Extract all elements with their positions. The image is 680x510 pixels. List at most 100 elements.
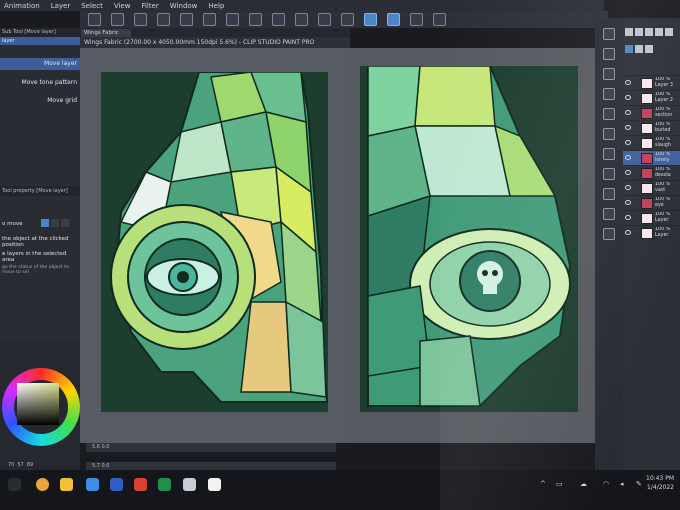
layer-clip-icon[interactable] [625, 45, 633, 53]
layer-opacity-icon[interactable] [635, 28, 643, 36]
sub-view-icon[interactable] [603, 48, 615, 60]
chrome-icon[interactable] [36, 478, 49, 491]
open-icon[interactable] [134, 13, 147, 26]
layer-row[interactable]: 100 % vast [623, 180, 680, 195]
visibility-eye-icon[interactable] [625, 80, 631, 85]
color-readout: 70 57 89 [0, 462, 80, 470]
visibility-eye-icon[interactable] [625, 125, 631, 130]
tray-chevron-icon[interactable]: ^ [540, 480, 546, 488]
clear-icon[interactable] [226, 13, 239, 26]
visibility-eye-icon[interactable] [625, 95, 631, 100]
layer-row[interactable]: 100 % slaugh [623, 135, 680, 150]
animation-icon[interactable] [603, 188, 615, 200]
menu-item-window[interactable]: Window [170, 2, 198, 10]
saturation-value-square[interactable] [17, 383, 59, 425]
cloud-icon[interactable]: ☁ [580, 480, 587, 488]
auto-actions-icon[interactable] [603, 148, 615, 160]
menu-item-select[interactable]: Select [81, 2, 103, 10]
tool-move-tone-pattern[interactable]: Move tone pattern [0, 77, 80, 89]
wifi-icon[interactable]: ◠ [603, 480, 609, 488]
layer-row[interactable]: 100 % Layer 2 [623, 90, 680, 105]
excel-icon[interactable] [158, 478, 171, 491]
undo-icon[interactable] [180, 13, 193, 26]
canvas-sheet-right [360, 65, 578, 412]
color-wheel[interactable] [2, 368, 80, 446]
sub-tool-header: Sub Tool [Move layer] [0, 28, 80, 37]
visibility-eye-icon[interactable] [625, 110, 631, 115]
layer-search-icon[interactable] [603, 108, 615, 120]
battery-icon[interactable]: ▭ [556, 480, 563, 488]
layer-property-icon[interactable] [603, 88, 615, 100]
visibility-eye-icon[interactable] [625, 230, 631, 235]
visibility-eye-icon[interactable] [625, 170, 631, 175]
menu-item-filter[interactable]: Filter [141, 2, 158, 10]
layer-lock-icon[interactable] [635, 45, 643, 53]
tool-move-layer[interactable]: Move layer [0, 58, 80, 70]
sub-tool-category[interactable]: layer [0, 37, 80, 45]
redo-icon[interactable] [203, 13, 216, 26]
snap-special-ruler-icon[interactable] [387, 13, 400, 26]
layer-mask-icon[interactable] [645, 45, 653, 53]
grid-icon[interactable] [341, 13, 354, 26]
windows-taskbar [0, 470, 680, 510]
snap-ruler-icon[interactable] [364, 13, 377, 26]
system-clock[interactable]: 10:43 PM 1/4/2022 [646, 474, 674, 492]
material-icon[interactable] [603, 68, 615, 80]
prop-clicked-position[interactable]: the object at the clicked position [0, 236, 80, 248]
start-icon[interactable] [8, 478, 21, 491]
history-icon[interactable] [603, 228, 615, 240]
menu-item-view[interactable]: View [114, 2, 131, 10]
tool-move-grid[interactable]: Move grid [0, 95, 80, 107]
layer-row[interactable]: 100 % Layer [623, 225, 680, 240]
prop-selected-area[interactable]: e layers in the selected area [0, 251, 80, 263]
canvas-tab[interactable]: Wings Fabric [81, 29, 131, 37]
menu-item-animation[interactable]: Animation [4, 2, 40, 10]
layer-folder-icon[interactable] [655, 28, 663, 36]
menu-icon[interactable] [88, 13, 101, 26]
layer-text: 100 % Layer 2 [655, 92, 673, 103]
visibility-eye-icon[interactable] [625, 215, 631, 220]
pen-icon[interactable]: ✎ [636, 480, 642, 488]
layer-row[interactable]: 100 % section [623, 105, 680, 120]
layer-row[interactable]: 100 % Layer 3 [623, 75, 680, 90]
save-icon[interactable] [157, 13, 170, 26]
clip-studio-icon[interactable] [208, 478, 221, 491]
item-bank-icon[interactable] [603, 168, 615, 180]
layer-row[interactable]: 100 % buried [623, 120, 680, 135]
transform-icon[interactable] [272, 13, 285, 26]
timeline-icon[interactable] [603, 208, 615, 220]
word-icon[interactable] [110, 478, 123, 491]
edge-icon[interactable] [86, 478, 99, 491]
app-icon[interactable] [183, 478, 196, 491]
menu-item-layer[interactable]: Layer [51, 2, 71, 10]
app-red-icon[interactable] [134, 478, 147, 491]
layer-mode-icon[interactable] [625, 28, 633, 36]
layer-new-icon[interactable] [645, 28, 653, 36]
menu-item-help[interactable]: Help [208, 2, 224, 10]
file-explorer-icon[interactable] [60, 478, 73, 491]
visibility-eye-icon[interactable] [625, 140, 631, 145]
selection-icon[interactable] [249, 13, 262, 26]
visibility-eye-icon[interactable] [625, 155, 631, 160]
layer-text: 100 % lonely [655, 152, 671, 163]
layer-row-selected[interactable]: 100 % lonely [623, 150, 680, 165]
target-tone-icon[interactable] [51, 219, 59, 227]
layer-text: 100 % Layer [655, 227, 671, 238]
fill-icon[interactable] [295, 13, 308, 26]
target-grid-icon[interactable] [61, 219, 69, 227]
tool-settings-icon[interactable] [603, 128, 615, 140]
visibility-eye-icon[interactable] [625, 185, 631, 190]
layer-row[interactable]: 100 % Layer [623, 210, 680, 225]
layer-row[interactable]: 100 % desola [623, 165, 680, 180]
layer-delete-icon[interactable] [665, 28, 673, 36]
export-icon[interactable] [433, 13, 446, 26]
layer-row[interactable]: 100 % eye [623, 195, 680, 210]
snap-grid-icon[interactable] [410, 13, 423, 26]
target-layer-icon[interactable] [41, 219, 49, 227]
volume-icon[interactable]: ◂ [620, 480, 624, 488]
snap-off-icon[interactable] [318, 13, 331, 26]
visibility-eye-icon[interactable] [625, 200, 631, 205]
color-value-v: 89 [26, 462, 34, 468]
new-canvas-icon[interactable] [111, 13, 124, 26]
navigator-icon[interactable] [603, 28, 615, 40]
